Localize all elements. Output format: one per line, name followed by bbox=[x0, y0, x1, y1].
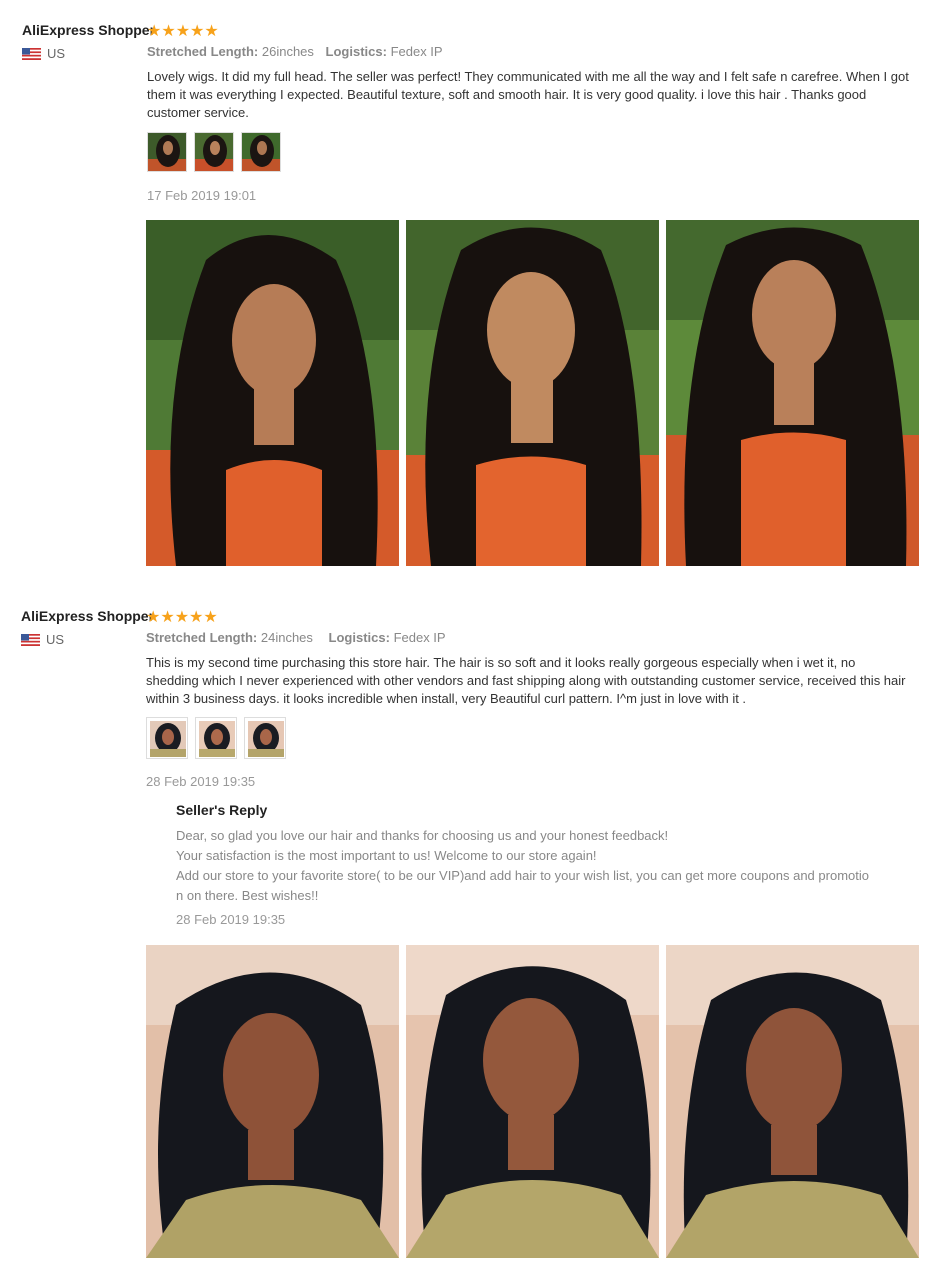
seller-reply: Seller's Reply Dear, so glad you love ou… bbox=[176, 802, 916, 927]
review-thumbnail[interactable] bbox=[194, 132, 234, 172]
seller-reply-title: Seller's Reply bbox=[176, 802, 268, 818]
country-label: US bbox=[47, 46, 66, 61]
review-photo[interactable] bbox=[406, 220, 659, 566]
review-text: Lovely wigs. It did my full head. The se… bbox=[147, 69, 909, 120]
review-photos bbox=[146, 945, 919, 1258]
review-meta: Stretched Length: 26inches Logistics: Fe… bbox=[147, 44, 443, 59]
reviewer-name: AliExpress Shopper bbox=[21, 608, 155, 624]
logistics-value: Fedex IP bbox=[393, 630, 446, 645]
seller-reply-line: Dear, so glad you love our hair and than… bbox=[176, 828, 669, 843]
reviewer-name: AliExpress Shopper bbox=[22, 22, 156, 38]
review-photo[interactable] bbox=[146, 945, 399, 1258]
review-photo[interactable] bbox=[406, 945, 659, 1258]
star-rating: ★★★★★ bbox=[146, 609, 218, 626]
review-photo[interactable] bbox=[666, 945, 919, 1258]
seller-reply-line: Your satisfaction is the most important … bbox=[176, 848, 597, 863]
country: US bbox=[21, 632, 64, 647]
thumbnail-strip bbox=[147, 132, 281, 172]
thumbnail-strip bbox=[146, 717, 286, 759]
review-date: 28 Feb 2019 19:35 bbox=[146, 774, 256, 789]
length-label: Stretched Length: bbox=[146, 630, 258, 645]
review-photos bbox=[146, 220, 919, 566]
review-thumbnail[interactable] bbox=[244, 717, 286, 759]
review-date: 17 Feb 2019 19:01 bbox=[147, 188, 257, 203]
logistics-label: Logistics: bbox=[328, 630, 390, 645]
seller-reply-line: Add our store to your favorite store( to… bbox=[176, 868, 869, 883]
review-meta: Stretched Length: 24inches Logistics: Fe… bbox=[146, 630, 446, 645]
us-flag-icon bbox=[21, 633, 40, 646]
country: US bbox=[22, 46, 65, 61]
review-thumbnail[interactable] bbox=[195, 717, 237, 759]
review-text: This is my second time purchasing this s… bbox=[146, 655, 906, 706]
length-value: 24inches bbox=[260, 630, 313, 645]
length-value: 26inches bbox=[261, 44, 314, 59]
review-photo[interactable] bbox=[146, 220, 399, 566]
country-label: US bbox=[46, 632, 65, 647]
review-thumbnail[interactable] bbox=[241, 132, 281, 172]
review-thumbnail[interactable] bbox=[147, 132, 187, 172]
review-thumbnail[interactable] bbox=[146, 717, 188, 759]
seller-reply-line: n on there. Best wishes!! bbox=[176, 888, 319, 903]
review-photo[interactable] bbox=[666, 220, 919, 566]
logistics-label: Logistics: bbox=[325, 44, 387, 59]
star-rating: ★★★★★ bbox=[147, 23, 219, 40]
logistics-value: Fedex IP bbox=[390, 44, 443, 59]
length-label: Stretched Length: bbox=[147, 44, 259, 59]
us-flag-icon bbox=[22, 47, 41, 60]
seller-reply-date: 28 Feb 2019 19:35 bbox=[176, 912, 286, 927]
